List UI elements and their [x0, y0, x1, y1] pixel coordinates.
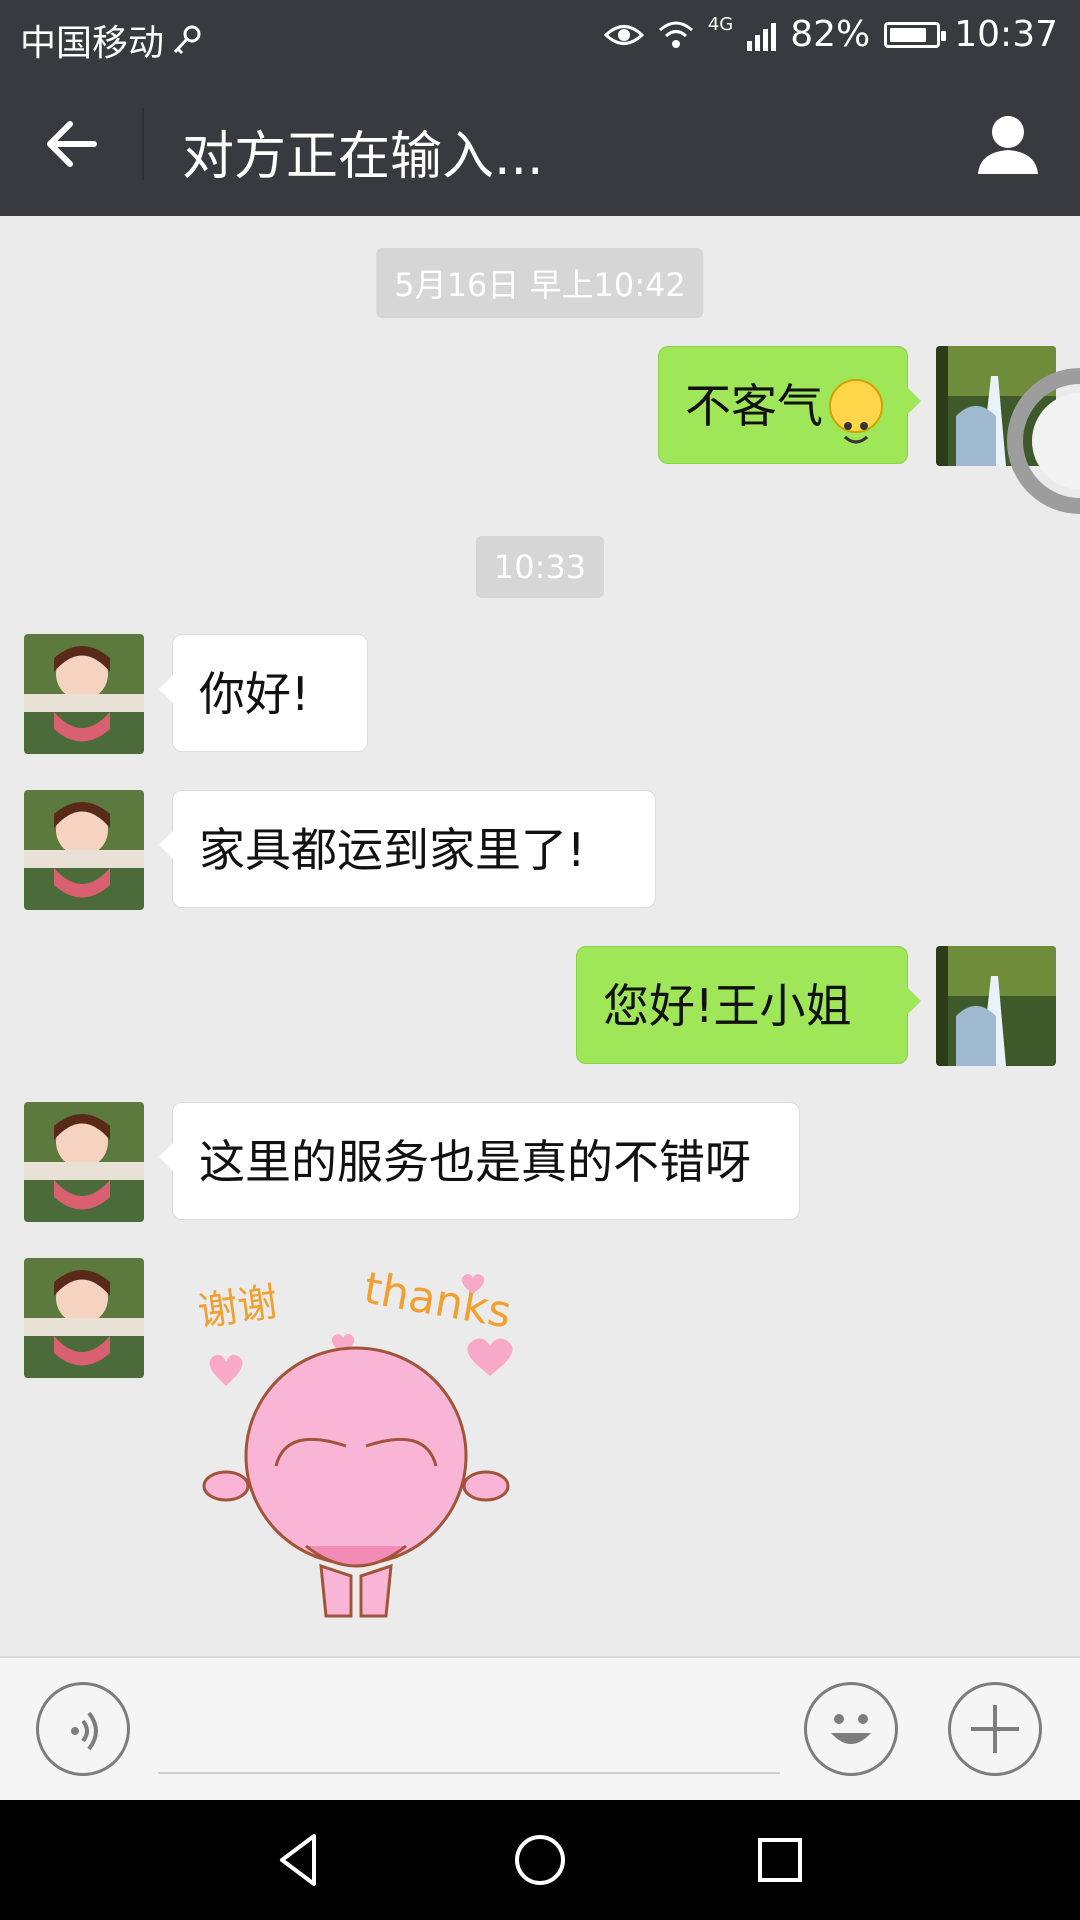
- contact-avatar[interactable]: [24, 790, 144, 910]
- message-in-bubble[interactable]: 家具都运到家里了!: [159, 790, 656, 908]
- message-text: 家具都运到家里了!: [199, 823, 586, 877]
- contact-avatar[interactable]: [24, 634, 144, 754]
- status-right: 4G 82% 10:37: [603, 14, 1058, 55]
- wifi-icon: [658, 21, 693, 48]
- nav-recents-icon[interactable]: [750, 1830, 810, 1890]
- plus-icon: [971, 1705, 1019, 1753]
- voice-icon: [71, 1711, 98, 1751]
- timestamp: 10:33: [475, 536, 605, 598]
- back-arrow-icon[interactable]: [40, 112, 104, 176]
- message-in-bubble[interactable]: 你好!: [159, 634, 368, 752]
- person-icon[interactable]: [976, 112, 1040, 176]
- message-text: 这里的服务也是真的不错呀: [199, 1135, 751, 1189]
- input-bar: [0, 1656, 1080, 1800]
- contact-avatar[interactable]: [24, 1102, 144, 1222]
- floating-window-icon[interactable]: [980, 366, 1080, 516]
- header-divider: [142, 108, 144, 180]
- emoji-icon: [831, 1714, 871, 1744]
- my-avatar[interactable]: [936, 946, 1056, 1066]
- key-icon: [173, 25, 201, 55]
- chat-area[interactable]: 5月16日 早上10:42 不客气 10:33 你好! 家具都运到家里了! 您好…: [0, 216, 1080, 1656]
- sticker-message[interactable]: 谢谢 thanks: [186, 1256, 546, 1636]
- sticker-text-right: thanks: [360, 1263, 515, 1339]
- timestamp: 5月16日 早上10:42: [376, 248, 704, 318]
- battery-percent: 82%: [790, 14, 871, 55]
- message-text: 您好!王小姐: [603, 979, 852, 1033]
- more-button[interactable]: [948, 1682, 1042, 1776]
- emoji-button[interactable]: [804, 1682, 898, 1776]
- message-out-bubble[interactable]: 您好!王小姐: [576, 946, 921, 1064]
- contact-avatar[interactable]: [24, 1258, 144, 1378]
- message-text: 不客气: [685, 379, 823, 433]
- eye-icon: [603, 24, 644, 45]
- status-bar: 中国移动 4G 82% 10:37: [0, 0, 1080, 72]
- message-input[interactable]: [158, 1772, 780, 1774]
- status-left: 中国移动: [20, 14, 204, 66]
- message-text: 你好!: [199, 667, 310, 721]
- signal-icon: [747, 19, 777, 51]
- carrier-name: 中国移动: [20, 23, 165, 64]
- network-type: 4G: [707, 14, 734, 35]
- chat-title: 对方正在输入...: [182, 127, 544, 187]
- nav-back-icon[interactable]: [270, 1830, 330, 1890]
- battery-icon: [884, 21, 947, 48]
- voice-button[interactable]: [36, 1682, 130, 1776]
- smiley-emoji-icon: [829, 378, 883, 443]
- message-out-bubble[interactable]: 不客气: [658, 346, 921, 464]
- system-nav-bar: [0, 1800, 1080, 1920]
- clock: 10:37: [954, 14, 1058, 55]
- chat-header: 对方正在输入...: [0, 72, 1080, 216]
- nav-home-icon[interactable]: [510, 1830, 570, 1890]
- sticker-text-left: 谢谢: [195, 1279, 281, 1336]
- message-in-bubble[interactable]: 这里的服务也是真的不错呀: [159, 1102, 800, 1220]
